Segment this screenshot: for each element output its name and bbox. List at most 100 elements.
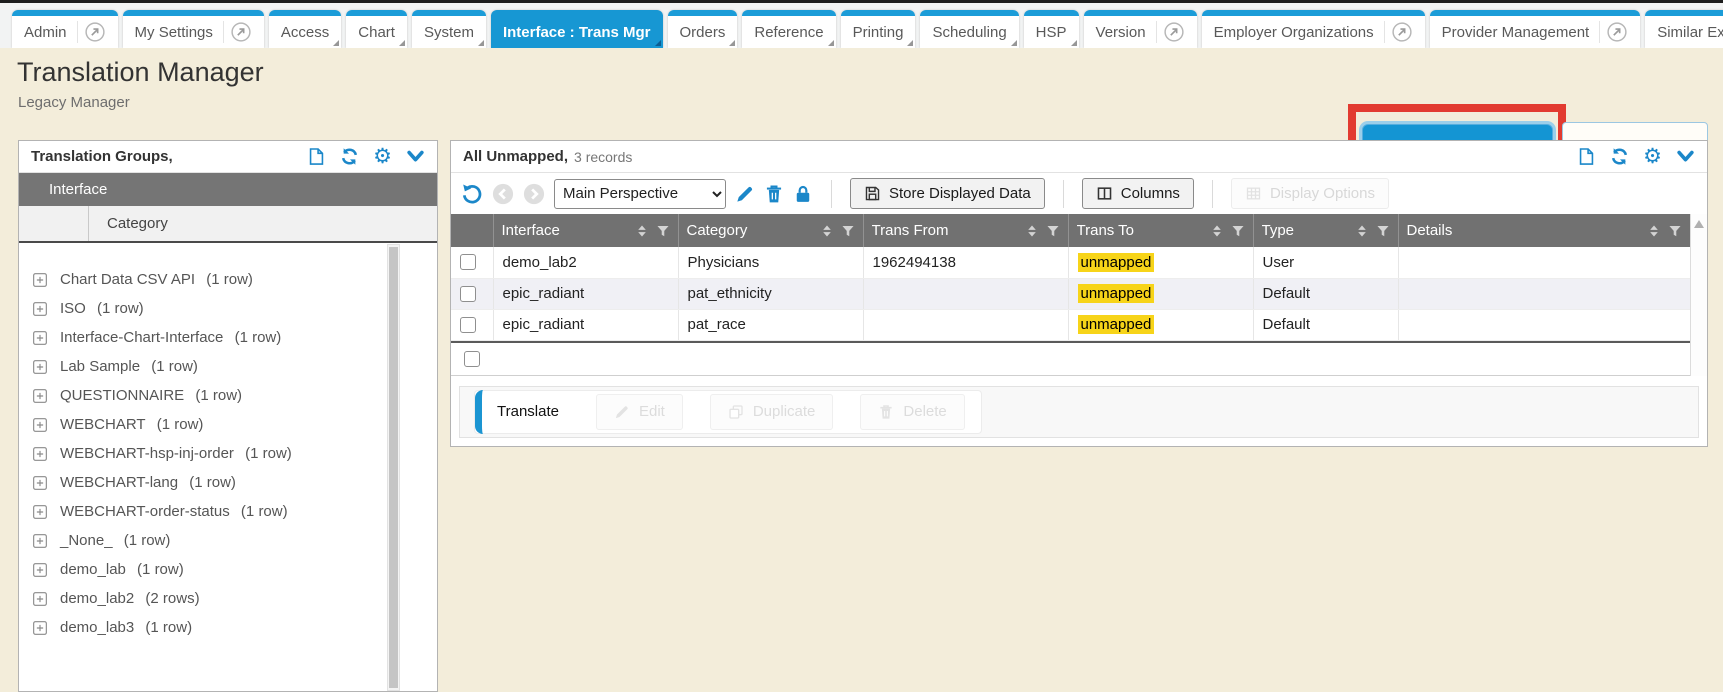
- tab-admin[interactable]: Admin: [12, 10, 118, 48]
- translation-group-item[interactable]: Interface-Chart-Interface (1 row): [19, 323, 437, 352]
- table-cell: unmapped: [1068, 309, 1253, 340]
- select-all-checkbox[interactable]: [464, 351, 480, 367]
- filter-funnel-icon[interactable]: [1046, 224, 1060, 238]
- translation-group-item[interactable]: Chart Data CSV API (1 row): [19, 265, 437, 294]
- tab-label: Scheduling: [932, 24, 1006, 41]
- tab-printing[interactable]: Printing: [841, 10, 916, 48]
- sort-icon[interactable]: [1210, 224, 1224, 238]
- translation-group-item[interactable]: WEBCHART-order-status (1 row): [19, 497, 437, 526]
- translation-group-item[interactable]: Lab Sample (1 row): [19, 352, 437, 381]
- group-row-count: (1 row): [141, 619, 192, 636]
- filter-funnel-icon[interactable]: [1668, 224, 1682, 238]
- popout-icon[interactable]: [1391, 21, 1413, 43]
- tab-my-settings[interactable]: My Settings: [123, 10, 264, 48]
- gear-icon[interactable]: ⚙: [373, 147, 392, 166]
- unmapped-highlight: unmapped: [1078, 284, 1155, 303]
- tab-reference[interactable]: Reference: [742, 10, 835, 48]
- translation-group-item[interactable]: WEBCHART-lang (1 row): [19, 468, 437, 497]
- expand-plus-icon[interactable]: [32, 388, 48, 404]
- delete-perspective-icon[interactable]: [764, 184, 784, 204]
- column-header-interface[interactable]: Interface: [493, 214, 678, 247]
- expand-plus-icon[interactable]: [32, 475, 48, 491]
- filter-funnel-icon[interactable]: [656, 224, 670, 238]
- filter-funnel-icon[interactable]: [1376, 224, 1390, 238]
- toolbar-separator: [1063, 180, 1064, 208]
- edit-button: Edit: [596, 394, 683, 430]
- tab-similar-exposure-groups-segs[interactable]: Similar Exposure Groups (SEGs): [1645, 10, 1723, 48]
- group-name: Chart Data CSV API: [60, 271, 195, 288]
- lock-perspective-icon[interactable]: [793, 184, 813, 204]
- sort-icon[interactable]: [820, 224, 834, 238]
- sort-icon[interactable]: [635, 224, 649, 238]
- edit-perspective-icon[interactable]: [735, 184, 755, 204]
- store-displayed-data-button[interactable]: Store Displayed Data: [850, 178, 1045, 209]
- popout-icon[interactable]: [230, 21, 252, 43]
- column-header-trans-from[interactable]: Trans From: [863, 214, 1068, 247]
- tab-orders[interactable]: Orders: [668, 10, 738, 48]
- undo-icon[interactable]: [461, 183, 483, 205]
- expand-plus-icon[interactable]: [32, 591, 48, 607]
- display-options-icon: [1245, 185, 1262, 202]
- column-header-details[interactable]: Details: [1398, 214, 1690, 247]
- tab-version[interactable]: Version: [1084, 10, 1197, 48]
- columns-button[interactable]: Columns: [1082, 178, 1194, 209]
- translation-group-list: Chart Data CSV API (1 row)ISO (1 row)Int…: [19, 243, 437, 691]
- column-header-category[interactable]: Category: [678, 214, 863, 247]
- translate-button[interactable]: Translate: [475, 390, 569, 434]
- translation-group-item[interactable]: demo_lab3 (1 row): [19, 613, 437, 642]
- new-document-icon[interactable]: [1577, 147, 1596, 166]
- filter-funnel-icon[interactable]: [1231, 224, 1245, 238]
- refresh-icon[interactable]: [340, 147, 359, 166]
- table-cell: pat_race: [678, 309, 863, 340]
- column-label: Trans To: [1077, 222, 1203, 239]
- tab-employer-organizations[interactable]: Employer Organizations: [1202, 10, 1425, 48]
- translation-group-item[interactable]: QUESTIONNAIRE (1 row): [19, 381, 437, 410]
- expand-plus-icon[interactable]: [32, 301, 48, 317]
- translation-group-item[interactable]: WEBCHART (1 row): [19, 410, 437, 439]
- refresh-icon[interactable]: [1610, 147, 1629, 166]
- header-select-all-cell[interactable]: [451, 214, 493, 247]
- expand-plus-icon[interactable]: [32, 359, 48, 375]
- expand-plus-icon[interactable]: [32, 446, 48, 462]
- tab-chart[interactable]: Chart: [346, 10, 407, 48]
- row-checkbox[interactable]: [460, 286, 476, 302]
- tab-hsp[interactable]: HSP: [1024, 10, 1079, 48]
- translation-group-item[interactable]: ISO (1 row): [19, 294, 437, 323]
- filter-funnel-icon[interactable]: [841, 224, 855, 238]
- expand-plus-icon[interactable]: [32, 330, 48, 346]
- chevron-down-icon[interactable]: [1676, 147, 1695, 166]
- tab-scheduling[interactable]: Scheduling: [920, 10, 1018, 48]
- gear-icon[interactable]: ⚙: [1643, 147, 1662, 166]
- perspective-select[interactable]: Main Perspective: [554, 179, 726, 209]
- sort-icon[interactable]: [1647, 224, 1661, 238]
- popout-icon[interactable]: [1606, 21, 1628, 43]
- page-header: Translation Manager Legacy Manager Show …: [0, 48, 1723, 140]
- popout-icon[interactable]: [1163, 21, 1185, 43]
- column-header-trans-to[interactable]: Trans To: [1068, 214, 1253, 247]
- expand-plus-icon[interactable]: [32, 504, 48, 520]
- column-header-type[interactable]: Type: [1253, 214, 1398, 247]
- expand-plus-icon[interactable]: [32, 533, 48, 549]
- translation-group-item[interactable]: demo_lab2 (2 rows): [19, 584, 437, 613]
- tab-label: Chart: [358, 24, 395, 41]
- expand-plus-icon[interactable]: [32, 272, 48, 288]
- sort-icon[interactable]: [1355, 224, 1369, 238]
- tab-access[interactable]: Access: [269, 10, 341, 48]
- chevron-down-icon[interactable]: [406, 147, 425, 166]
- tab-system[interactable]: System: [412, 10, 486, 48]
- popout-icon[interactable]: [84, 21, 106, 43]
- sort-icon[interactable]: [1025, 224, 1039, 238]
- translation-group-item[interactable]: _None_ (1 row): [19, 526, 437, 555]
- expand-plus-icon[interactable]: [32, 620, 48, 636]
- left-scrollbar-thumb[interactable]: [389, 247, 398, 688]
- tab-provider-management[interactable]: Provider Management: [1430, 10, 1641, 48]
- row-checkbox[interactable]: [460, 317, 476, 333]
- translation-group-item[interactable]: demo_lab (1 row): [19, 555, 437, 584]
- expand-plus-icon[interactable]: [32, 562, 48, 578]
- translation-group-item[interactable]: WEBCHART-hsp-inj-order (1 row): [19, 439, 437, 468]
- scroll-up-arrow-icon[interactable]: [1694, 220, 1704, 228]
- expand-plus-icon[interactable]: [32, 417, 48, 433]
- new-document-icon[interactable]: [307, 147, 326, 166]
- row-checkbox[interactable]: [460, 254, 476, 270]
- tab-interface-trans-mgr[interactable]: Interface : Trans Mgr: [491, 10, 663, 48]
